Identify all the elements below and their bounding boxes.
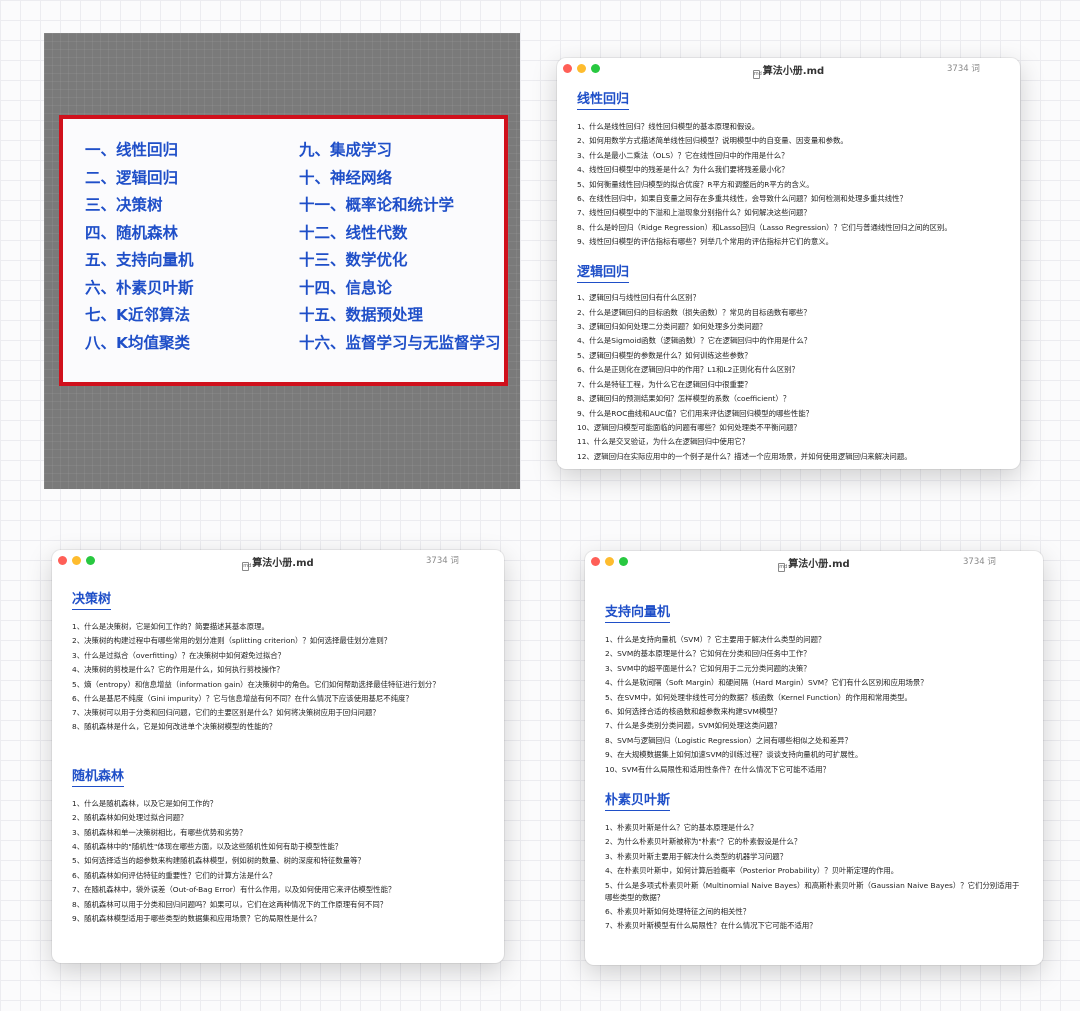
word-count: 3734 词 <box>963 557 996 567</box>
question-line: 4、线性回归模型中的残差是什么？为什么我们要将残差最小化？ <box>577 165 789 175</box>
toc-item: 六、朴素贝叶斯 <box>85 278 194 297</box>
question-line: 1、朴素贝叶斯是什么？它的基本原理是什么？ <box>605 823 758 833</box>
document-title-text: 算法小册.md <box>252 558 314 569</box>
question-line: 6、在线性回归中，如果自变量之间存在多重共线性，会导致什么问题？如何检测和处理多… <box>577 194 907 204</box>
question-line: 9、什么是ROC曲线和AUC值？它们用来评估逻辑回归模型的哪些性能？ <box>577 408 813 418</box>
toc-item: 三、决策树 <box>85 196 163 214</box>
question-line: 3、随机森林和单一决策树相比，有哪些优势和劣势？ <box>72 827 247 837</box>
toc-item: 八、K均值聚类 <box>85 333 191 352</box>
question-line: 6、如何选择合适的核函数和超参数来构建SVM模型？ <box>605 707 782 717</box>
question-line: 2、SVM的基本原理是什么？它如何在分类和回归任务中工作？ <box>605 649 811 659</box>
document-title-text: 算法小册.md <box>788 559 850 570</box>
toc-image-panel: 一、线性回归 二、逻辑回归 三、决策树 四、随机森林 五、支持向量机 六、朴素贝… <box>44 33 520 489</box>
document-content[interactable]: 决策树 1、什么是决策树，它是如何工作的？简要描述其基本原理。 2、决策树的构建… <box>72 588 486 927</box>
question-line: 6、朴素贝叶斯如何处理特征之间的相关性？ <box>605 906 751 916</box>
window-titlebar: md算法小册.md 3734 词 <box>52 550 504 572</box>
toc-item: 十三、数学优化 <box>299 251 408 269</box>
question-line: 3、逻辑回归如何处理二分类问题？如何处理多分类问题？ <box>577 322 767 332</box>
toc-column-right: 九、集成学习 十、神经网络 十一、概率论和统计学 十二、线性代数 十三、数学优化… <box>299 137 501 357</box>
question-line: 8、什么是岭回归（Ridge Regression）和Lasso回归（Lasso… <box>577 222 952 232</box>
question-line: 6、随机森林如何评估特征的重要性？它们的计算方法是什么？ <box>72 870 277 880</box>
question-line: 8、随机森林可以用于分类和回归问题吗？如果可以，它们在这两种情况下的工作原理有何… <box>72 899 388 909</box>
question-line: 5、如何选择适当的超参数来构建随机森林模型，例如树的数量、树的深度和特征数量等？ <box>72 856 365 866</box>
question-line: 3、朴素贝叶斯主要用于解决什么类型的机器学习问题？ <box>605 851 788 861</box>
document-title-text: 算法小册.md <box>762 66 825 77</box>
toc-item: 十五、数据预处理 <box>299 306 424 324</box>
editor-window-tree-forest: md算法小册.md 3734 词 决策树 1、什么是决策树，它是如何工作的？简要… <box>52 550 504 963</box>
question-line: 1、逻辑回归与线性回归有什么区别？ <box>577 293 700 303</box>
question-line: 3、SVM中的超平面是什么？它如何用于二元分类问题的决策？ <box>605 663 811 673</box>
document-content[interactable]: 线性回归 1、什么是线性回归？线性回归模型的基本原理和假设。 2、如何用数学方式… <box>577 88 1002 464</box>
editor-window-svm-bayes: md算法小册.md 3734 词 支持向量机 1、什么是支持向量机（SVM）？它… <box>585 551 1043 965</box>
question-line: 2、什么是逻辑回归的目标函数（损失函数）？常见的目标函数有哪些？ <box>577 307 811 317</box>
markdown-file-icon: md <box>242 562 252 571</box>
toc-item: 二、逻辑回归 <box>85 168 179 187</box>
question-line: 4、在朴素贝叶斯中，如何计算后验概率（Posterior Probability… <box>605 866 899 876</box>
question-line: 7、在随机森林中，袋外误差（Out-of-Bag Error）有什么作用，以及如… <box>72 885 396 895</box>
question-line: 1、什么是支持向量机（SVM）？它主要用于解决什么类型的问题？ <box>605 635 826 644</box>
toc-item: 十二、线性代数 <box>299 223 408 242</box>
toc-item: 五、支持向量机 <box>85 251 194 269</box>
toc-item: 十四、信息论 <box>299 278 393 297</box>
question-line: 4、什么是软间隔（Soft Margin）和硬间隔（Hard Margin）SV… <box>605 678 928 688</box>
section-heading: 逻辑回归 <box>577 261 630 284</box>
document-content[interactable]: 支持向量机 1、什么是支持向量机（SVM）？它主要用于解决什么类型的问题？ 2、… <box>605 601 1025 934</box>
question-line: 7、朴素贝叶斯模型有什么局限性？在什么情况下它可能不适用？ <box>605 921 817 931</box>
section-heading: 线性回归 <box>577 88 630 110</box>
question-line: 1、什么是决策树，它是如何工作的？简要描述其基本原理。 <box>72 622 269 631</box>
question-line: 3、什么是过拟合（overfitting）？在决策树中如何避免过拟合？ <box>72 650 286 660</box>
question-line: 7、线性回归模型中的下溢和上溢现象分别指什么？如何解决这些问题？ <box>577 208 811 218</box>
question-line: 4、决策树的剪枝是什么？它的作用是什么，如何执行剪枝操作？ <box>72 665 284 675</box>
question-line: 1、什么是随机森林，以及它是如何工作的？ <box>72 798 218 808</box>
toc-item: 十、神经网络 <box>299 168 393 187</box>
toc-column-left: 一、线性回归 二、逻辑回归 三、决策树 四、随机森林 五、支持向量机 六、朴素贝… <box>85 137 194 357</box>
question-line: 5、在SVM中，如何处理非线性可分的数据？核函数（Kernel Function… <box>605 692 912 702</box>
toc-item: 九、集成学习 <box>299 141 393 159</box>
question-line: 7、什么是多类别分类问题，SVM如何处理这类问题？ <box>605 721 782 731</box>
word-count: 3734 词 <box>426 556 459 566</box>
section-heading: 随机森林 <box>72 765 125 787</box>
markdown-file-icon: md <box>752 70 762 79</box>
section-heading: 决策树 <box>72 588 112 610</box>
question-line: 9、线性回归模型的评估指标有哪些？列举几个常用的评估指标并它们的意义。 <box>577 236 833 246</box>
question-line: 7、什么是特征工程，为什么它在逻辑回归中很重要？ <box>577 379 752 389</box>
question-line: 10、逻辑回归模型可能面临的问题有哪些？如何处理类不平衡问题？ <box>577 422 801 432</box>
question-line: 8、逻辑回归的预测结果如何？怎样模型的系数（coefficient）？ <box>577 394 791 404</box>
question-line: 2、决策树的构建过程中有哪些常用的划分准则（splitting criterio… <box>72 636 392 646</box>
question-line: 5、如何衡量线性回归模型的拟合优度？R平方和调整后的R平方的含义。 <box>577 179 814 189</box>
question-line: 1、什么是线性回归？线性回归模型的基本原理和假设。 <box>577 122 760 131</box>
section-heading: 支持向量机 <box>605 601 671 623</box>
window-titlebar: md算法小册.md 3734 词 <box>585 551 1043 573</box>
question-line: 9、在大规模数据集上如何加速SVM的训练过程？谈谈支持向量机的可扩展性。 <box>605 750 863 760</box>
section-heading: 朴素贝叶斯 <box>605 789 671 812</box>
toc-item: 七、K近邻算法 <box>85 306 191 324</box>
question-line: 7、决策树可以用于分类和回归问题，它们的主要区别是什么？如何将决策树应用于回归问… <box>72 708 380 718</box>
toc-item: 四、随机森林 <box>85 223 179 242</box>
question-line: 2、为什么朴素贝叶斯被称为"朴素"？它的朴素假设是什么？ <box>605 837 802 847</box>
toc-item: 一、线性回归 <box>85 141 179 159</box>
question-line: 4、什么是Sigmoid函数（逻辑函数）？它在逻辑回归中的作用是什么？ <box>577 336 812 346</box>
question-line: 5、逻辑回归模型的参数是什么？如何训练这些参数？ <box>577 350 752 360</box>
window-titlebar: md算法小册.md 3734 词 <box>557 58 1020 80</box>
question-line: 3、什么是最小二乘法（OLS）？它在线性回归中的作用是什么？ <box>577 150 789 160</box>
markdown-file-icon: md <box>778 563 788 572</box>
toc-item: 十六、监督学习与无监督学习 <box>299 333 501 352</box>
toc-frame: 一、线性回归 二、逻辑回归 三、决策树 四、随机森林 五、支持向量机 六、朴素贝… <box>59 115 508 386</box>
question-line: 9、随机森林模型适用于哪些类型的数据集和应用场景？它的局限性是什么？ <box>72 914 321 924</box>
question-line: 2、如何用数学方式描述简单线性回归模型？说明模型中的自变量、因变量和参数。 <box>577 136 848 146</box>
question-line: 8、SVM与逻辑回归（Logistic Regression）之间有哪些相似之处… <box>605 735 852 745</box>
question-line: 12、逻辑回归在实际应用中的一个例子是什么？描述一个应用场景，并如何使用逻辑回归… <box>577 451 912 461</box>
editor-window-linear-logistic: md算法小册.md 3734 词 线性回归 1、什么是线性回归？线性回归模型的基… <box>557 58 1020 469</box>
question-line: 5、什么是多项式朴素贝叶斯（Multinomial Naive Bayes）和高… <box>605 880 1020 902</box>
question-line: 10、SVM有什么局限性和适用性条件？在什么情况下它可能不适用？ <box>605 764 831 774</box>
question-line: 5、熵（entropy）和信息增益（information gain）在决策树中… <box>72 679 440 689</box>
question-line: 2、随机森林如何处理过拟合问题？ <box>72 813 188 823</box>
toc-item: 十一、概率论和统计学 <box>299 196 455 214</box>
question-line: 6、什么是基尼不纯度（Gini impurity）？它与信息增益有何不同？在什么… <box>72 693 413 703</box>
question-line: 6、什么是正则化在逻辑回归中的作用？L1和L2正则化有什么区别？ <box>577 365 799 375</box>
question-line: 8、随机森林是什么，它是如何改进单个决策树模型的性能的？ <box>72 722 277 732</box>
question-line: 11、什么是交叉验证，为什么在逻辑回归中使用它？ <box>577 437 750 447</box>
question-line: 4、随机森林中的"随机性"体现在哪些方面，以及这些随机性如何有助于模型性能？ <box>72 842 343 852</box>
word-count: 3734 词 <box>947 64 980 74</box>
